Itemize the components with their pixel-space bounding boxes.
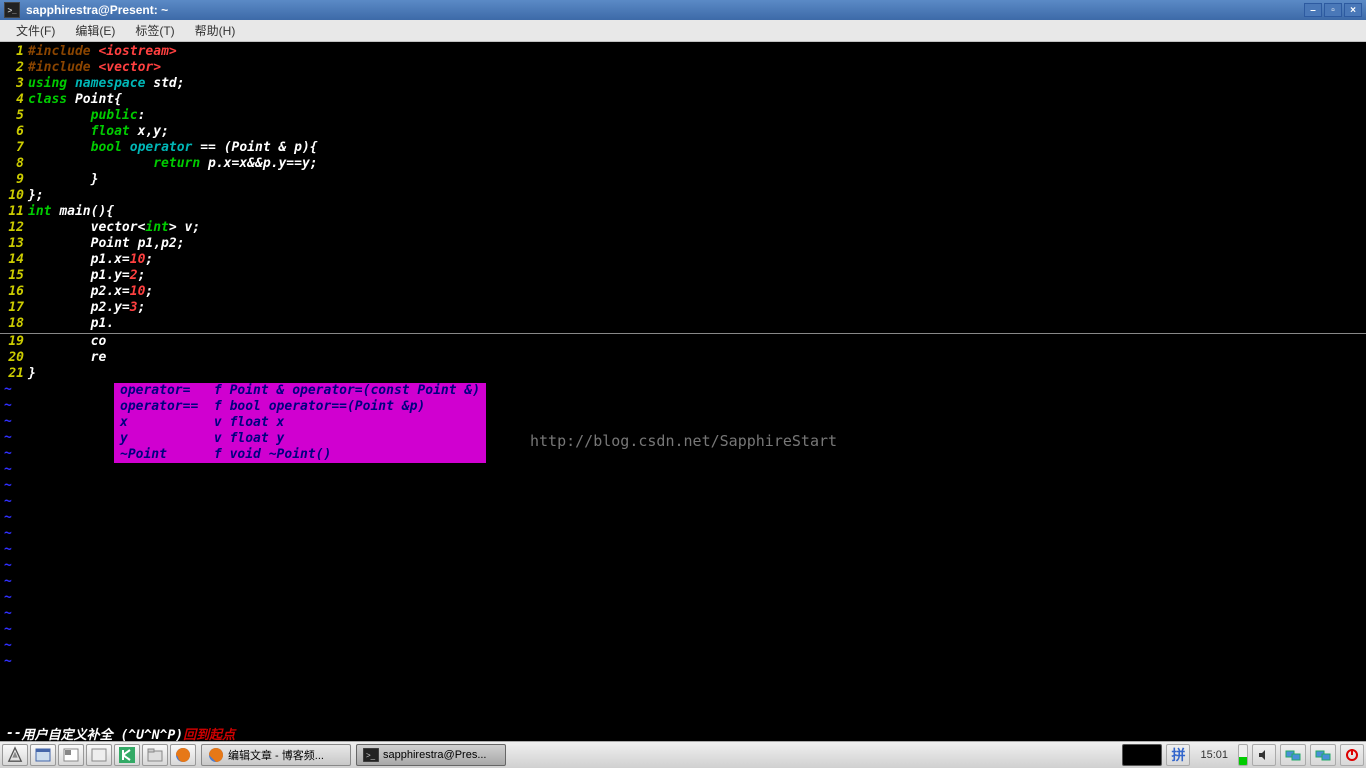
code-content: 1#include <iostream> 2#include <vector> … bbox=[0, 42, 1366, 670]
task-label: 编辑文章 - 博客频... bbox=[228, 747, 324, 763]
completion-popup[interactable]: operator= f Point & operator=(const Poin… bbox=[114, 383, 486, 463]
empty-line-marker: ~ bbox=[0, 510, 1366, 526]
task-label: sapphirestra@Pres... bbox=[383, 749, 487, 761]
vim-status-line: -- 用户自定义补全 (^U^N^P) 回到起点 bbox=[0, 725, 1366, 741]
empty-line-marker: ~ bbox=[0, 526, 1366, 542]
empty-line-marker: ~ bbox=[0, 494, 1366, 510]
completion-item[interactable]: y v float y bbox=[114, 431, 486, 447]
completion-item[interactable]: x v float x bbox=[114, 415, 486, 431]
power-icon[interactable] bbox=[1340, 744, 1364, 766]
completion-item[interactable]: operator= f Point & operator=(const Poin… bbox=[114, 383, 486, 399]
terminal-icon: >_ bbox=[363, 747, 379, 763]
workspace-switcher-1[interactable] bbox=[58, 744, 84, 766]
watermark-text: http://blog.csdn.net/SapphireStart bbox=[530, 432, 837, 450]
workspace-switcher-2[interactable] bbox=[86, 744, 112, 766]
taskbar-task-browser[interactable]: 编辑文章 - 博客频... bbox=[201, 744, 351, 766]
completion-item[interactable]: operator== f bool operator==(Point &p) bbox=[114, 399, 486, 415]
menu-file[interactable]: 文件(F) bbox=[6, 20, 65, 41]
tray-blank[interactable] bbox=[1122, 744, 1162, 766]
firefox-launcher-icon[interactable] bbox=[170, 744, 196, 766]
empty-line-marker: ~ bbox=[0, 478, 1366, 494]
close-button[interactable]: × bbox=[1344, 3, 1362, 17]
files-launcher-icon[interactable] bbox=[142, 744, 168, 766]
completion-item[interactable]: ~Point f void ~Point() bbox=[114, 447, 486, 463]
maximize-button[interactable]: ▫ bbox=[1324, 3, 1342, 17]
firefox-icon bbox=[208, 747, 224, 763]
window-title: sapphirestra@Present: ~ bbox=[26, 3, 168, 17]
editor-area[interactable]: 1#include <iostream> 2#include <vector> … bbox=[0, 42, 1366, 741]
status-mode: 用户自定义补全 (^U^N^P) bbox=[22, 724, 183, 742]
window-titlebar: sapphirestra@Present: ~ – ▫ × bbox=[0, 0, 1366, 20]
network-icon-1[interactable] bbox=[1280, 744, 1306, 766]
menu-edit[interactable]: 编辑(E) bbox=[65, 20, 125, 41]
empty-line-marker: ~ bbox=[0, 590, 1366, 606]
menu-help[interactable]: 帮助(H) bbox=[185, 20, 246, 41]
clock[interactable]: 15:01 bbox=[1194, 749, 1234, 761]
svg-text:>_: >_ bbox=[366, 751, 376, 760]
empty-line-marker: ~ bbox=[0, 558, 1366, 574]
empty-line-marker: ~ bbox=[0, 574, 1366, 590]
menubar: 文件(F) 编辑(E) 标签(T) 帮助(H) bbox=[0, 20, 1366, 42]
taskbar: 编辑文章 - 博客频... >_ sapphirestra@Pres... 拼 … bbox=[0, 741, 1366, 768]
empty-line-marker: ~ bbox=[0, 622, 1366, 638]
taskbar-task-terminal[interactable]: >_ sapphirestra@Pres... bbox=[356, 744, 506, 766]
input-method-indicator[interactable]: 拼 bbox=[1166, 744, 1190, 766]
terminal-icon bbox=[4, 2, 20, 18]
menu-tabs[interactable]: 标签(T) bbox=[125, 20, 184, 41]
minimize-button[interactable]: – bbox=[1304, 3, 1322, 17]
empty-line-marker: ~ bbox=[0, 606, 1366, 622]
empty-line-marker: ~ bbox=[0, 654, 1366, 670]
show-desktop-button[interactable] bbox=[30, 744, 56, 766]
kde-launcher-icon[interactable] bbox=[114, 744, 140, 766]
empty-line-marker: ~ bbox=[0, 462, 1366, 478]
empty-line-marker: ~ bbox=[0, 638, 1366, 654]
start-menu-button[interactable] bbox=[2, 744, 28, 766]
volume-icon[interactable] bbox=[1252, 744, 1276, 766]
status-suffix: 回到起点 bbox=[183, 724, 235, 742]
network-icon-2[interactable] bbox=[1310, 744, 1336, 766]
cpu-monitor-icon[interactable] bbox=[1238, 744, 1248, 766]
empty-line-marker: ~ bbox=[0, 542, 1366, 558]
